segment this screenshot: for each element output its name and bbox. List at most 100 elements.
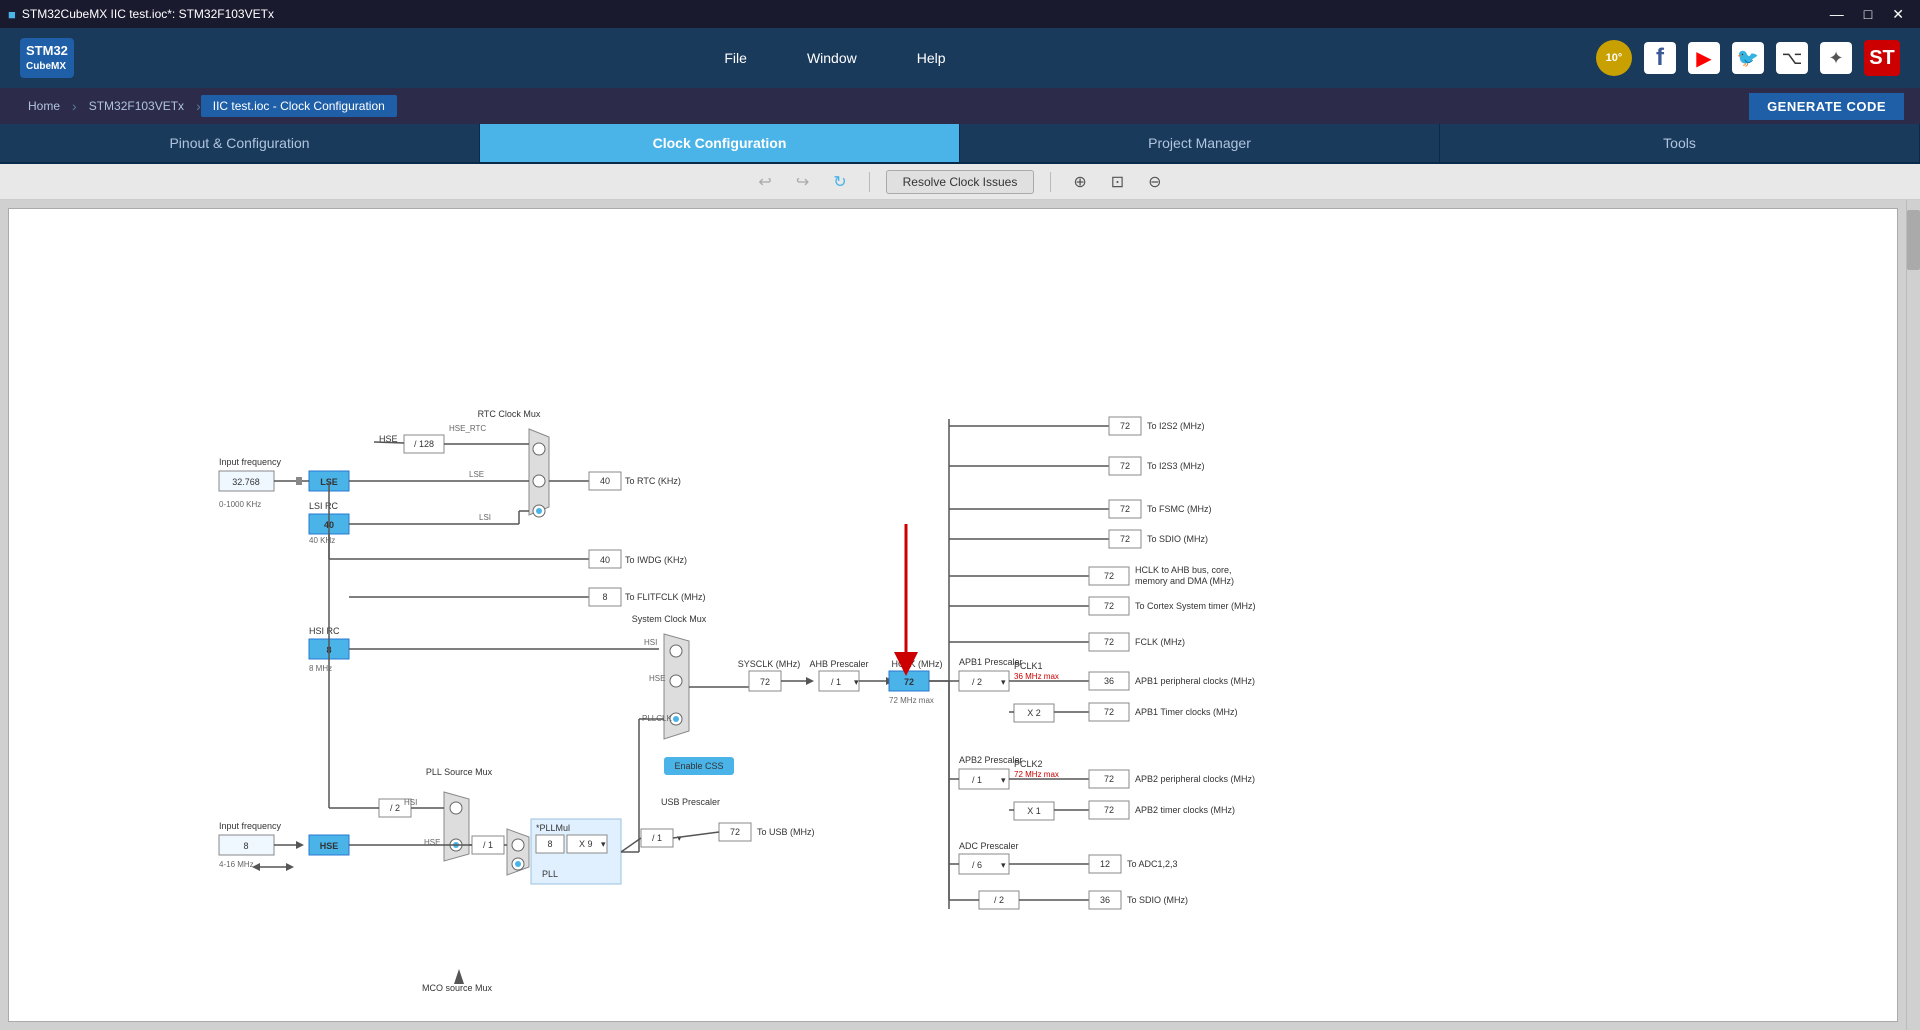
svg-text:APB2 Prescaler: APB2 Prescaler (959, 755, 1023, 765)
svg-text:/ 2: / 2 (994, 895, 1004, 905)
svg-text:To FSMC (MHz): To FSMC (MHz) (1147, 504, 1212, 514)
svg-text:PCLK1: PCLK1 (1014, 661, 1043, 671)
zoom-in-button[interactable]: ⊕ (1067, 170, 1092, 194)
minimize-button[interactable]: — (1822, 4, 1852, 25)
fit-button[interactable]: ⊡ (1105, 170, 1130, 194)
toolbar: ↩ ↪ ↻ Resolve Clock Issues ⊕ ⊡ ⊖ (0, 164, 1920, 200)
breadcrumbs: Home › STM32F103VETx › IIC test.ioc - Cl… (16, 95, 397, 117)
nav-file[interactable]: File (724, 50, 747, 66)
refresh-button[interactable]: ↻ (827, 170, 852, 194)
toolbar-separator-2 (1050, 172, 1051, 192)
tab-clock[interactable]: Clock Configuration (480, 124, 960, 162)
tab-project[interactable]: Project Manager (960, 124, 1440, 162)
svg-text:/ 2: / 2 (972, 677, 982, 687)
generate-code-button[interactable]: GENERATE CODE (1749, 93, 1904, 120)
svg-text:12: 12 (1100, 859, 1110, 869)
top-navigation: STM32CubeMX File Window Help 10° f ▶ 🐦 ⌥… (0, 28, 1920, 88)
svg-text:To USB (MHz): To USB (MHz) (757, 827, 815, 837)
svg-text:▾: ▾ (1001, 775, 1006, 785)
svg-text:72: 72 (1120, 504, 1130, 514)
svg-text:PCLK2: PCLK2 (1014, 759, 1043, 769)
svg-text:HSE_RTC: HSE_RTC (449, 424, 486, 433)
svg-text:0-1000 KHz: 0-1000 KHz (219, 500, 261, 509)
svg-text:HSE: HSE (320, 841, 339, 851)
breadcrumb-config[interactable]: IIC test.ioc - Clock Configuration (201, 95, 397, 117)
redo-button[interactable]: ↪ (790, 170, 815, 194)
titlebar: ■ STM32CubeMX IIC test.ioc*: STM32F103VE… (0, 0, 1920, 28)
window-title: ■ STM32CubeMX IIC test.ioc*: STM32F103VE… (8, 7, 274, 22)
svg-text:To I2S3 (MHz): To I2S3 (MHz) (1147, 461, 1205, 471)
svg-text:HSI: HSI (644, 638, 657, 647)
clock-diagram-canvas[interactable]: text { font-family: Arial, sans-serif; }… (8, 208, 1898, 1022)
svg-text:▾: ▾ (1001, 860, 1006, 870)
svg-text:To I2S2 (MHz): To I2S2 (MHz) (1147, 421, 1205, 431)
svg-text:X 9: X 9 (579, 839, 593, 849)
svg-text:72: 72 (1104, 601, 1114, 611)
breadcrumb-device[interactable]: STM32F103VETx (77, 95, 196, 117)
svg-text:72 MHz max: 72 MHz max (889, 696, 934, 705)
tab-tools[interactable]: Tools (1440, 124, 1920, 162)
svg-text:72: 72 (1120, 534, 1130, 544)
svg-text:Input frequency: Input frequency (219, 457, 282, 467)
undo-button[interactable]: ↩ (752, 170, 777, 194)
maximize-button[interactable]: □ (1856, 4, 1880, 25)
svg-text:PLL Source Mux: PLL Source Mux (426, 767, 493, 777)
close-button[interactable]: ✕ (1884, 4, 1912, 25)
zoom-out-button[interactable]: ⊖ (1142, 170, 1167, 194)
svg-text:/ 2: / 2 (390, 803, 400, 813)
twitter-icon[interactable]: 🐦 (1732, 42, 1764, 74)
svg-text:HCLK (MHz): HCLK (MHz) (892, 659, 943, 669)
diagram-svg: text { font-family: Arial, sans-serif; }… (9, 209, 1499, 1022)
svg-text:72: 72 (904, 677, 914, 687)
github-icon[interactable]: ⌥ (1776, 42, 1808, 74)
scroll-thumb[interactable] (1907, 210, 1920, 270)
svg-text:▾: ▾ (601, 839, 606, 849)
svg-text:72: 72 (1104, 805, 1114, 815)
resolve-clock-button[interactable]: Resolve Clock Issues (886, 170, 1035, 194)
svg-text:72: 72 (1120, 461, 1130, 471)
breadcrumb-home[interactable]: Home (16, 95, 72, 117)
svg-text:APB1 Prescaler: APB1 Prescaler (959, 657, 1023, 667)
svg-text:CSDN @理士大人: CSDN @理士大人 (1459, 1021, 1499, 1022)
svg-text:40: 40 (600, 555, 610, 565)
nav-help[interactable]: Help (917, 50, 946, 66)
title-text: STM32CubeMX IIC test.ioc*: STM32F103VETx (22, 7, 274, 21)
svg-text:8: 8 (547, 839, 552, 849)
svg-text:To RTC (KHz): To RTC (KHz) (625, 476, 681, 486)
svg-text:/ 6: / 6 (972, 860, 982, 870)
svg-text:72: 72 (1104, 774, 1114, 784)
svg-text:36 MHz max: 36 MHz max (1014, 672, 1059, 681)
community-icon[interactable]: ✦ (1820, 42, 1852, 74)
svg-text:*PLLMul: *PLLMul (536, 823, 570, 833)
svg-text:▾: ▾ (1001, 677, 1006, 687)
toolbar-separator (869, 172, 870, 192)
svg-text:72: 72 (1104, 707, 1114, 717)
facebook-icon[interactable]: f (1644, 42, 1676, 74)
svg-text:USB Prescaler: USB Prescaler (661, 797, 720, 807)
svg-text:To ADC1,2,3: To ADC1,2,3 (1127, 859, 1178, 869)
svg-text:Input frequency: Input frequency (219, 821, 282, 831)
anniversary-badge: 10° (1596, 40, 1632, 76)
logo-text: STM32CubeMX (26, 44, 68, 73)
svg-text:72: 72 (730, 827, 740, 837)
vertical-scrollbar[interactable] (1906, 200, 1920, 1030)
svg-text:ADC Prescaler: ADC Prescaler (959, 841, 1019, 851)
svg-text:40 KHz: 40 KHz (309, 536, 335, 545)
svg-text:36: 36 (1104, 676, 1114, 686)
main-area: text { font-family: Arial, sans-serif; }… (0, 200, 1920, 1030)
svg-text:/ 1: / 1 (483, 840, 493, 850)
nav-window[interactable]: Window (807, 50, 857, 66)
svg-text:LSI RC: LSI RC (309, 501, 339, 511)
st-icon[interactable]: ST (1864, 40, 1900, 76)
tab-pinout[interactable]: Pinout & Configuration (0, 124, 480, 162)
logo-box: STM32CubeMX (20, 38, 74, 79)
youtube-icon[interactable]: ▶ (1688, 42, 1720, 74)
svg-text:APB1 peripheral clocks (MHz): APB1 peripheral clocks (MHz) (1135, 676, 1255, 686)
svg-text:72: 72 (1104, 571, 1114, 581)
svg-text:72: 72 (1120, 421, 1130, 431)
svg-text:APB2 peripheral clocks (MHz): APB2 peripheral clocks (MHz) (1135, 774, 1255, 784)
svg-text:HCLK to AHB bus, core,: HCLK to AHB bus, core, (1135, 565, 1232, 575)
svg-text:36: 36 (1100, 895, 1110, 905)
svg-text:Enable CSS: Enable CSS (674, 761, 723, 771)
svg-text:To FLITFCLK (MHz): To FLITFCLK (MHz) (625, 592, 706, 602)
